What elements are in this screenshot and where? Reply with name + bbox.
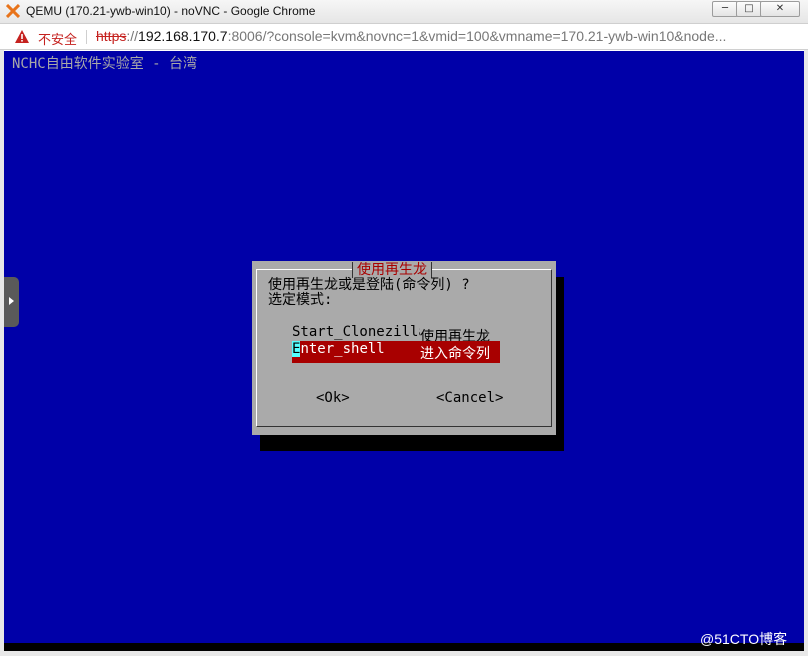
menu-item-tag-selected: Enter_shell [292, 341, 420, 358]
not-secure-label[interactable]: 不安全 [38, 29, 77, 48]
clonezilla-dialog: 使用再生龙 使用再生龙或是登陆(命令列) ? 选定模式: Start_Clone… [252, 261, 556, 435]
cancel-button[interactable]: <Cancel> [436, 390, 503, 406]
url-separator: :// [126, 28, 139, 44]
window-titlebar: QEMU (170.21-ywb-win10) - noVNC - Google… [0, 0, 808, 24]
prompt-line-1: 使用再生龙或是登陆(命令列) ? [268, 277, 470, 293]
url-host: 192.168.170.7 [138, 28, 228, 44]
console-bottom-strip [4, 643, 804, 651]
qemu-app-icon [6, 4, 20, 18]
address-divider [86, 30, 87, 44]
menu-item-description-selected: 进入命令列 [420, 346, 490, 362]
window-frame-bottom [0, 651, 808, 656]
window-frame-right [804, 50, 808, 656]
expand-arrow-icon [9, 297, 14, 305]
console-header-text: NCHC自由软件实验室 - 台湾 [12, 56, 198, 72]
watermark-text: @51CTO博客 [700, 631, 788, 647]
address-bar[interactable]: 不安全 https://192.168.170.7:8006/?console=… [0, 24, 808, 50]
novnc-control-bar-handle[interactable] [4, 277, 19, 327]
vm-console-screen[interactable]: NCHC自由软件实验室 - 台湾 使用再生龙 使用再生龙或是登陆(命令列) ? … [4, 51, 804, 643]
dialog-prompt: 使用再生龙或是登陆(命令列) ? 选定模式: [268, 278, 470, 308]
url-scheme: https [96, 28, 127, 44]
maximize-button[interactable]: □ [736, 1, 762, 17]
ok-button[interactable]: <Ok> [316, 390, 350, 406]
url-path: :8006/?console=kvm&novnc=1&vmid=100&vmna… [227, 28, 727, 44]
close-button[interactable]: ✕ [760, 1, 800, 17]
warning-icon [15, 30, 29, 43]
menu-item-enter-shell[interactable]: Enter_shell 进入命令列 [292, 341, 500, 363]
dialog-title: 使用再生龙 [352, 262, 432, 278]
menu-item-tag-rest: nter_shell [300, 341, 385, 357]
url-field[interactable]: https://192.168.170.7:8006/?console=kvm&… [96, 28, 796, 44]
prompt-line-2: 选定模式: [268, 292, 333, 308]
minimize-button[interactable]: ─ [712, 1, 738, 17]
menu-item-tag: Start_Clonezilla [292, 324, 420, 340]
window-title: QEMU (170.21-ywb-win10) - noVNC - Google… [26, 4, 316, 18]
